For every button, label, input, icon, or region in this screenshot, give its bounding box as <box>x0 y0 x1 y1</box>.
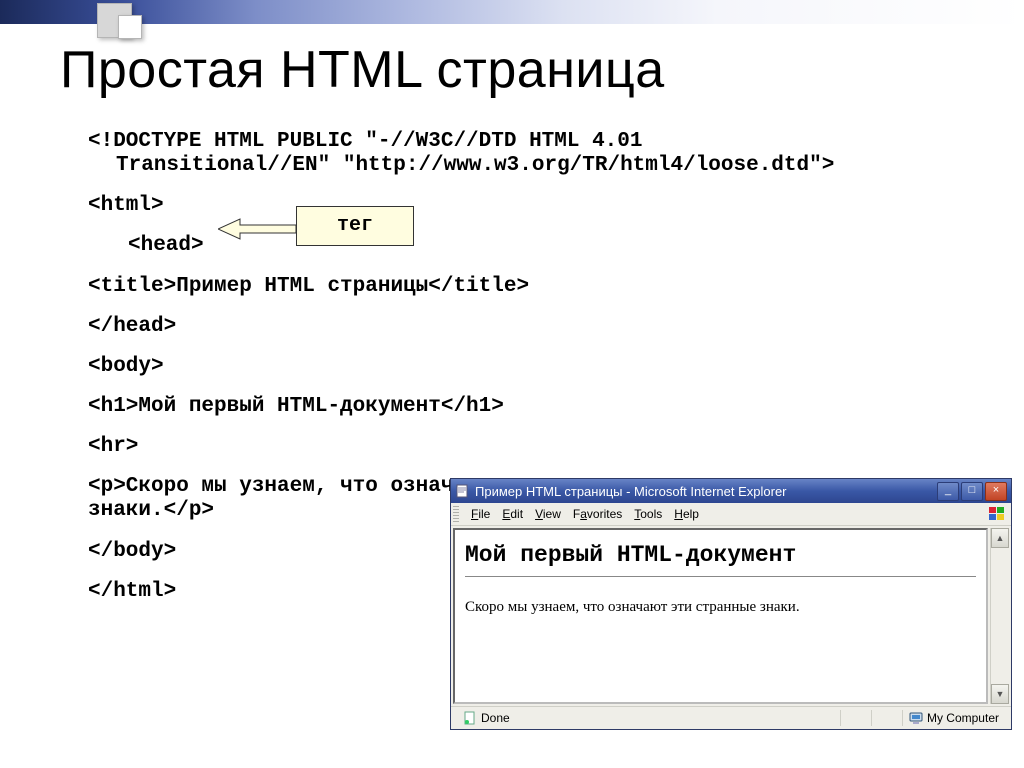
menu-file[interactable]: File <box>471 507 490 521</box>
ie-window-title: Пример HTML страницы - Microsoft Interne… <box>475 484 937 499</box>
vertical-scrollbar[interactable]: ▲ ▼ <box>990 528 1009 704</box>
scroll-down-button[interactable]: ▼ <box>991 684 1009 704</box>
ie-status-bar: Done My Computer <box>451 706 1011 729</box>
menu-tools[interactable]: Tools <box>634 507 662 521</box>
close-button[interactable]: × <box>985 482 1007 501</box>
code-html-open: <html> <box>88 194 994 218</box>
code-title: <title>Пример HTML страницы</title> <box>88 275 994 299</box>
rendered-hr <box>465 576 976 577</box>
windows-logo-icon <box>987 505 1009 523</box>
status-done: Done <box>481 711 510 725</box>
rendered-heading: Мой первый HTML-документ <box>465 542 976 568</box>
slide-top-gradient <box>0 0 1024 24</box>
document-icon <box>463 711 477 725</box>
slide-title: Простая HTML страница <box>60 40 665 100</box>
code-hr: <hr> <box>88 435 994 459</box>
code-h1: <h1>Мой первый HTML-документ</h1> <box>88 395 994 419</box>
toolbar-grip-icon[interactable] <box>453 506 459 522</box>
ie-title-bar[interactable]: Пример HTML страницы - Microsoft Interne… <box>451 479 1011 503</box>
menu-help[interactable]: Help <box>674 507 699 521</box>
ie-viewport: Мой первый HTML-документ Скоро мы узнаем… <box>453 528 988 704</box>
menu-view[interactable]: View <box>535 507 561 521</box>
code-head-close: </head> <box>88 315 994 339</box>
status-zone: My Computer <box>927 711 999 725</box>
ie-menu-bar: File Edit View Favorites Tools Help <box>451 503 1011 526</box>
ie-window: Пример HTML страницы - Microsoft Interne… <box>450 478 1012 730</box>
code-doctype-1: <!DOCTYPE HTML PUBLIC "-//W3C//DTD HTML … <box>88 130 994 154</box>
rendered-paragraph: Скоро мы узнаем, что означают эти странн… <box>465 599 976 616</box>
scroll-up-button[interactable]: ▲ <box>991 528 1009 548</box>
minimize-button[interactable]: _ <box>937 482 959 501</box>
callout-arrow-icon <box>218 217 296 241</box>
maximize-button[interactable]: □ <box>961 482 983 501</box>
my-computer-icon <box>909 711 923 725</box>
callout-tag: тег <box>296 206 414 246</box>
code-doctype-2: Transitional//EN" "http://www.w3.org/TR/… <box>116 154 994 178</box>
menu-favorites[interactable]: Favorites <box>573 507 622 521</box>
code-body-open: <body> <box>88 355 994 379</box>
menu-edit[interactable]: Edit <box>502 507 523 521</box>
decor-square-small <box>118 15 142 39</box>
ie-page-icon <box>455 484 469 498</box>
scroll-track[interactable] <box>991 548 1009 684</box>
